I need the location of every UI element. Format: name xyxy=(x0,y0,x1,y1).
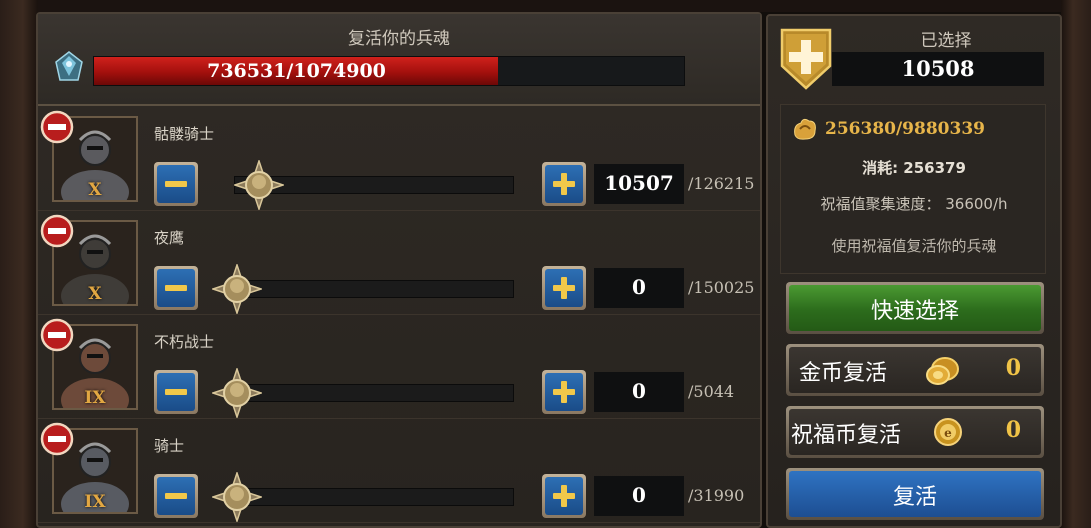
bless-coin-revive-button-face: 祝福币复活 e 0 xyxy=(789,409,1041,455)
soul-progress-text: 736531/1074900 xyxy=(207,60,386,82)
slider-knob-icon[interactable] xyxy=(212,264,262,314)
minus-icon xyxy=(157,477,195,515)
troop-count-box[interactable]: 0 xyxy=(594,372,684,412)
blessing-value: 256380/9880339 xyxy=(825,119,985,139)
add-shield-icon xyxy=(780,28,832,90)
troop-rank: X xyxy=(88,284,102,304)
bless-coin-revive-button[interactable]: 祝福币复活 e 0 xyxy=(786,406,1044,458)
left-frame xyxy=(0,0,38,528)
revive-button[interactable]: 复活 xyxy=(786,468,1044,520)
bless-coin-revive-label: 祝福币复活 xyxy=(791,423,902,448)
troop-row: X 骷髅骑士 10507 /126215 xyxy=(38,108,760,211)
gold-revive-count: 0 xyxy=(1005,355,1021,381)
gold-revive-button-face: 金币复活 0 xyxy=(789,347,1041,393)
troop-name: 夜鹰 xyxy=(154,229,185,247)
troop-max: /150025 xyxy=(688,278,755,297)
right-frame xyxy=(1061,0,1091,528)
troop-row: IX 不朽战士 0 /5044 xyxy=(38,316,760,419)
plus-icon xyxy=(545,477,583,515)
troop-count: 10507 xyxy=(604,171,674,195)
increase-button[interactable] xyxy=(542,370,586,414)
troop-row: IX 骑士 0 /31990 xyxy=(38,420,760,523)
troop-rank: IX xyxy=(84,388,106,408)
decrease-button[interactable] xyxy=(154,474,198,518)
increase-button[interactable] xyxy=(542,474,586,518)
troop-slider-track[interactable] xyxy=(234,384,514,402)
soul-header: 复活你的兵魂 736531/1074900 xyxy=(38,14,760,106)
selected-label: 已选择 xyxy=(920,31,972,51)
gold-coin-icon xyxy=(926,357,959,385)
consume-text: 消耗: 256379 xyxy=(862,159,966,177)
panel-title: 复活你的兵魂 xyxy=(348,29,450,49)
decrease-button[interactable] xyxy=(154,162,198,206)
soul-progress-bar: 736531/1074900 xyxy=(93,56,685,86)
remove-icon[interactable] xyxy=(40,318,74,352)
blessing-speed-text: 祝福值聚集速度： 36600/h xyxy=(820,195,1008,213)
plus-icon xyxy=(545,269,583,307)
troop-count-box[interactable]: 0 xyxy=(594,476,684,516)
troop-max: /5044 xyxy=(688,382,735,401)
troop-name: 骷髅骑士 xyxy=(154,125,215,143)
troop-row: X 夜鹰 0 /150025 xyxy=(38,212,760,315)
quick-select-button[interactable]: 快速选择 xyxy=(786,282,1044,334)
svg-text:e: e xyxy=(944,426,952,440)
minus-icon xyxy=(157,269,195,307)
slider-knob-icon[interactable] xyxy=(234,160,284,210)
gold-revive-button[interactable]: 金币复活 0 xyxy=(786,344,1044,396)
troop-name: 骑士 xyxy=(154,437,185,455)
revive-button-face: 复活 xyxy=(789,471,1041,517)
troop-rank: X xyxy=(88,180,102,200)
plus-icon xyxy=(545,165,583,203)
slider-knob-icon[interactable] xyxy=(212,472,262,522)
troop-max: /126215 xyxy=(688,174,755,193)
remove-icon[interactable] xyxy=(40,214,74,248)
troop-count: 0 xyxy=(632,483,646,507)
minus-icon xyxy=(157,373,195,411)
increase-button[interactable] xyxy=(542,162,586,206)
decrease-button[interactable] xyxy=(154,266,198,310)
blessing-hint-text: 使用祝福值复活你的兵魂 xyxy=(831,237,997,255)
remove-icon[interactable] xyxy=(40,110,74,144)
quick-select-label: 快速选择 xyxy=(870,299,959,324)
remove-icon[interactable] xyxy=(40,422,74,456)
troop-slider-track[interactable] xyxy=(234,488,514,506)
troop-rank: IX xyxy=(84,492,106,512)
slider-knob-icon[interactable] xyxy=(212,368,262,418)
bless-icon xyxy=(794,118,816,140)
troop-max: /31990 xyxy=(688,486,745,505)
troop-slider-track[interactable] xyxy=(234,280,514,298)
blessing-info-box: 256380/9880339 消耗: 256379 祝福值聚集速度： 36600… xyxy=(780,104,1046,274)
revive-summary-panel: 已选择 10508 256380/9880339 消耗: 256379 祝福值聚… xyxy=(766,14,1062,528)
bless-coin-icon: e xyxy=(934,418,962,446)
troop-count-box[interactable]: 0 xyxy=(594,268,684,308)
increase-button[interactable] xyxy=(542,266,586,310)
gold-revive-label: 金币复活 xyxy=(799,361,888,386)
revive-troops-panel: 复活你的兵魂 736531/1074900 X 骷髅骑士 10507 /1262… xyxy=(36,12,762,528)
minus-icon xyxy=(157,165,195,203)
troop-count: 0 xyxy=(632,275,646,299)
plus-icon xyxy=(545,373,583,411)
selected-count: 10508 xyxy=(901,56,975,81)
decrease-button[interactable] xyxy=(154,370,198,414)
selected-count-box: 10508 xyxy=(832,52,1044,86)
quick-select-button-face: 快速选择 xyxy=(789,285,1041,331)
soul-crystal-icon xyxy=(55,51,83,81)
revive-label: 复活 xyxy=(892,485,937,510)
troop-name: 不朽战士 xyxy=(154,333,215,351)
troop-count-box[interactable]: 10507 xyxy=(594,164,684,204)
troop-count: 0 xyxy=(632,379,646,403)
bless-coin-revive-count: 0 xyxy=(1005,417,1021,443)
top-frame xyxy=(0,0,1091,12)
